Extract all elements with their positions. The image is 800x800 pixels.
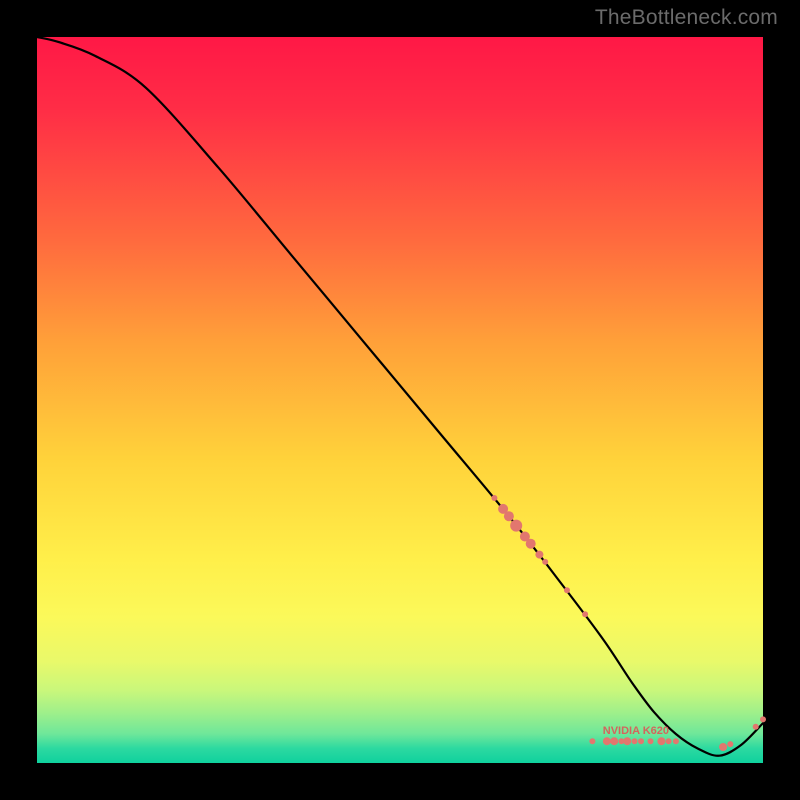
data-point bbox=[526, 539, 536, 549]
data-point bbox=[638, 738, 644, 744]
chart-stage: TheBottleneck.com NVIDIA K620 bbox=[0, 0, 800, 800]
data-point bbox=[589, 738, 595, 744]
data-point bbox=[510, 520, 522, 532]
plot-area: NVIDIA K620 bbox=[37, 37, 763, 763]
data-point bbox=[673, 738, 679, 744]
data-point bbox=[603, 737, 611, 745]
data-point bbox=[753, 724, 759, 730]
series-label: NVIDIA K620 bbox=[603, 725, 669, 737]
data-point bbox=[504, 511, 514, 521]
data-point bbox=[666, 738, 672, 744]
data-point bbox=[582, 611, 588, 617]
data-point bbox=[632, 738, 638, 744]
data-point bbox=[623, 737, 631, 745]
data-point bbox=[760, 716, 766, 722]
data-point bbox=[648, 738, 654, 744]
data-point bbox=[610, 737, 618, 745]
data-point bbox=[719, 743, 727, 751]
data-point bbox=[727, 741, 733, 747]
data-point bbox=[535, 551, 543, 559]
watermark-text: TheBottleneck.com bbox=[595, 6, 778, 30]
data-point bbox=[564, 587, 570, 593]
data-point bbox=[542, 559, 548, 565]
data-point bbox=[657, 737, 665, 745]
data-point bbox=[491, 495, 497, 501]
bottleneck-curve bbox=[37, 37, 763, 756]
chart-svg: NVIDIA K620 bbox=[37, 37, 763, 763]
points-layer bbox=[491, 495, 766, 751]
